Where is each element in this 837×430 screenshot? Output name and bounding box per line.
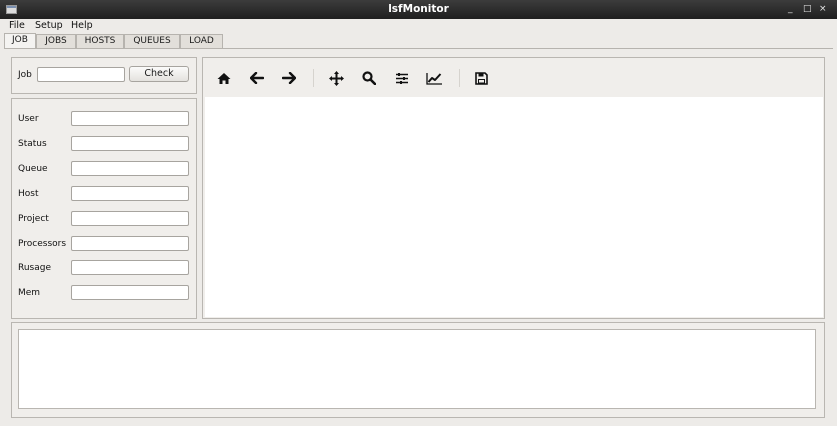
job-info-panel: User Status Queue Host Project Processor… [11, 98, 197, 319]
user-field[interactable] [71, 111, 189, 126]
queue-label: Queue [18, 164, 48, 174]
job-search-panel: Job Check [11, 57, 197, 94]
close-button[interactable]: × [819, 4, 827, 14]
app-window: lsfMonitor _ □ × File Setup Help JOB JOB… [0, 0, 837, 430]
back-arrow-icon[interactable] [247, 69, 267, 87]
menu-bar: File Setup Help [0, 19, 837, 33]
tab-load[interactable]: LOAD [180, 34, 223, 48]
tab-jobs[interactable]: JOBS [36, 34, 76, 48]
zoom-icon[interactable] [359, 69, 379, 87]
maximize-button[interactable]: □ [803, 4, 812, 14]
move-icon[interactable] [326, 69, 346, 87]
project-label: Project [18, 214, 49, 224]
toolbar-separator [459, 69, 460, 87]
check-button[interactable]: Check [129, 66, 189, 82]
toolbar-separator [313, 69, 314, 87]
title-bar: lsfMonitor _ □ × [0, 0, 837, 19]
tab-divider [4, 48, 833, 49]
minimize-button[interactable]: _ [788, 4, 793, 14]
job-label: Job [18, 70, 32, 80]
user-label: User [18, 114, 39, 124]
save-icon[interactable] [471, 69, 491, 87]
status-field[interactable] [71, 136, 189, 151]
queue-field[interactable] [71, 161, 189, 176]
menu-setup[interactable]: Setup [35, 20, 63, 31]
plot-canvas[interactable] [205, 97, 823, 317]
host-label: Host [18, 189, 39, 199]
edit-axis-icon[interactable] [424, 69, 444, 87]
output-textarea[interactable] [18, 329, 816, 409]
forward-arrow-icon[interactable] [279, 69, 299, 87]
tab-job[interactable]: JOB [4, 33, 36, 49]
rusage-field[interactable] [71, 260, 189, 275]
status-label: Status [18, 139, 47, 149]
project-field[interactable] [71, 211, 189, 226]
tab-hosts[interactable]: HOSTS [76, 34, 124, 48]
menu-file[interactable]: File [9, 20, 25, 31]
processors-field[interactable] [71, 236, 189, 251]
mem-label: Mem [18, 288, 41, 298]
configure-subplots-icon[interactable] [392, 69, 412, 87]
job-id-input[interactable] [37, 67, 125, 82]
tab-queues[interactable]: QUEUES [124, 34, 180, 48]
processors-label: Processors [18, 239, 67, 249]
mem-field[interactable] [71, 285, 189, 300]
window-title: lsfMonitor [388, 3, 449, 15]
host-field[interactable] [71, 186, 189, 201]
window-bottom-edge [0, 426, 837, 430]
home-icon[interactable] [214, 69, 234, 87]
rusage-label: Rusage [18, 263, 52, 273]
menu-help[interactable]: Help [71, 20, 93, 31]
